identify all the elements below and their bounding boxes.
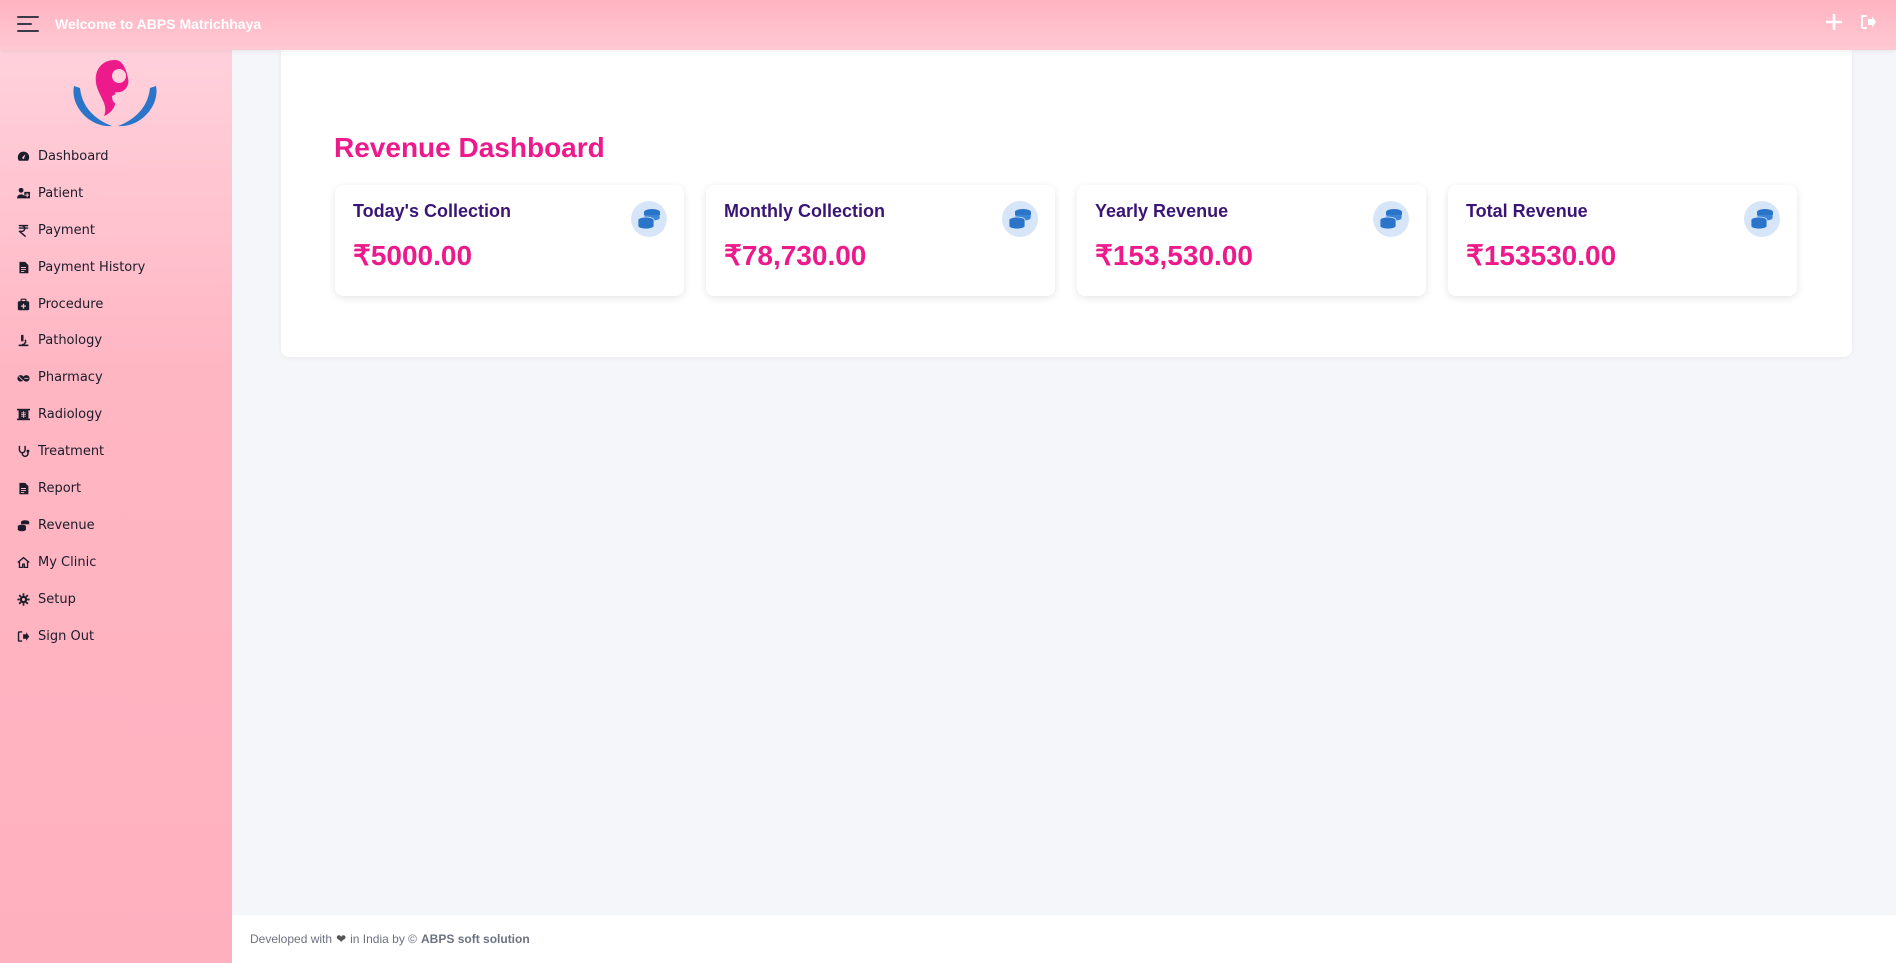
sidebar-item-label: Treatment — [38, 444, 105, 460]
sign-out-icon[interactable] — [1858, 12, 1878, 32]
database-icon — [1744, 201, 1780, 237]
sidebar-item-payment-history[interactable]: Payment History — [0, 249, 232, 286]
sidebar-item-label: Patient — [38, 185, 84, 201]
database-icon — [1002, 201, 1038, 237]
medkit-icon — [16, 297, 30, 311]
menu-toggle-icon[interactable] — [17, 16, 39, 34]
footer-prefix: Developed with — [250, 932, 333, 946]
microscope-icon — [16, 334, 30, 348]
database-icon — [1373, 201, 1409, 237]
sidebar-item-label: Pharmacy — [38, 370, 103, 386]
matrichhaya-logo[interactable] — [68, 56, 162, 130]
sidebar-item-label: Payment History — [38, 259, 146, 275]
patient-icon — [16, 186, 30, 200]
top-bar: Welcome to ABPS Matrichhaya — [0, 0, 1896, 50]
sign-out-icon — [16, 629, 30, 643]
plus-icon[interactable] — [1824, 12, 1844, 32]
pills-icon — [16, 371, 30, 385]
top-actions — [1824, 12, 1878, 32]
stat-value: ₹5000.00 — [353, 240, 473, 271]
sidebar-item-label: Setup — [38, 591, 76, 607]
home-icon — [16, 555, 30, 569]
stats-row: Today's Collection ₹5000.00 Monthly Coll… — [335, 185, 1797, 296]
stat-card-total: Total Revenue ₹153530.00 — [1448, 185, 1797, 296]
sidebar-item-dashboard[interactable]: Dashboard — [0, 138, 232, 175]
stat-card-monthly: Monthly Collection ₹78,730.00 — [706, 185, 1055, 296]
database-icon — [631, 201, 667, 237]
file-icon — [16, 260, 30, 274]
sidebar-item-payment[interactable]: Payment — [0, 212, 232, 249]
x-ray-icon — [16, 408, 30, 422]
sidebar-item-label: Report — [38, 480, 82, 496]
stat-label: Monthly Collection — [724, 201, 885, 221]
footer-company[interactable]: ABPS soft solution — [421, 932, 530, 946]
sidebar-nav: Dashboard Patient Payment Payment Histor… — [0, 138, 232, 654]
stat-value: ₹78,730.00 — [724, 240, 867, 271]
stat-card-today: Today's Collection ₹5000.00 — [335, 185, 684, 296]
footer-middle: in India by © — [350, 932, 418, 946]
stat-card-yearly: Yearly Revenue ₹153,530.00 — [1077, 185, 1426, 296]
sidebar-item-label: Dashboard — [38, 148, 109, 164]
sidebar-item-procedure[interactable]: Procedure — [0, 286, 232, 323]
sidebar-item-patient[interactable]: Patient — [0, 175, 232, 212]
coins-icon — [16, 518, 30, 532]
sidebar-item-treatment[interactable]: Treatment — [0, 433, 232, 470]
sidebar-item-pharmacy[interactable]: Pharmacy — [0, 359, 232, 396]
sidebar-item-sign-out[interactable]: Sign Out — [0, 618, 232, 655]
report-icon — [16, 481, 30, 495]
stat-value: ₹153530.00 — [1466, 240, 1617, 271]
sidebar-item-radiology[interactable]: Radiology — [0, 396, 232, 433]
sidebar-item-label: Pathology — [38, 333, 103, 349]
sidebar-item-report[interactable]: Report — [0, 470, 232, 507]
rupee-icon — [16, 223, 30, 237]
stethoscope-icon — [16, 445, 30, 459]
sidebar-item-revenue[interactable]: Revenue — [0, 507, 232, 544]
app-title: Welcome to ABPS Matrichhaya — [55, 16, 262, 32]
stat-label: Today's Collection — [353, 201, 511, 221]
sidebar-item-label: Radiology — [38, 407, 103, 423]
sidebar-item-label: Sign Out — [38, 628, 95, 644]
stat-value: ₹153,530.00 — [1095, 240, 1253, 271]
sidebar-item-label: Procedure — [38, 296, 104, 312]
sidebar-item-label: Payment — [38, 222, 95, 238]
sidebar-item-label: My Clinic — [38, 554, 97, 570]
stat-label: Total Revenue — [1466, 201, 1588, 221]
gear-icon — [16, 592, 30, 606]
dashboard-icon — [16, 149, 30, 163]
page-title: Revenue Dashboard — [334, 132, 605, 163]
sidebar: Dashboard Patient Payment Payment Histor… — [0, 50, 232, 963]
sidebar-item-setup[interactable]: Setup — [0, 581, 232, 618]
sidebar-item-pathology[interactable]: Pathology — [0, 322, 232, 359]
stat-label: Yearly Revenue — [1095, 201, 1229, 221]
heart-icon: ❤ — [336, 932, 347, 946]
sidebar-item-my-clinic[interactable]: My Clinic — [0, 544, 232, 581]
sidebar-item-label: Revenue — [38, 517, 95, 533]
footer: Developed with ❤ in India by © ABPS soft… — [232, 915, 1896, 963]
